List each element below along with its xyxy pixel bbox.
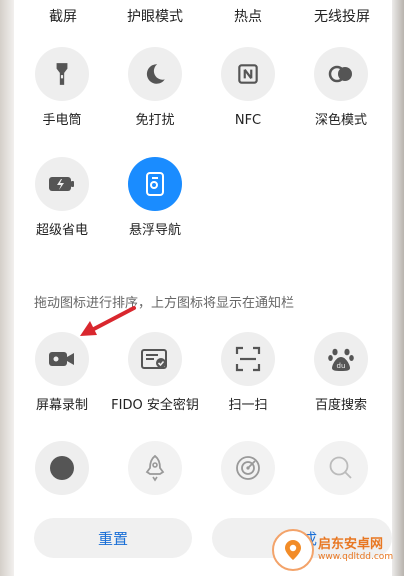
tile-label-hotspot[interactable]: 热点 <box>203 6 293 26</box>
left-edge-shadow <box>0 0 14 576</box>
search-icon <box>314 441 368 495</box>
watermark-name: 启东安卓网 <box>318 537 384 552</box>
tile-floating-nav[interactable]: 悬浮导航 <box>109 157 201 240</box>
tile-label: FIDO 安全密钥 <box>111 398 199 413</box>
nfc-icon <box>221 47 275 101</box>
tile-label-wireless-cast[interactable]: 无线投屏 <box>297 6 387 26</box>
fido-key-icon <box>128 332 182 386</box>
tile-rocket[interactable] <box>109 441 201 495</box>
baidu-search-icon: du <box>314 332 368 386</box>
tile-label-screenshot[interactable]: 截屏 <box>18 6 108 26</box>
record-dot-icon <box>35 441 89 495</box>
tile-nfc[interactable]: NFC <box>202 47 294 130</box>
radar-icon <box>221 441 275 495</box>
tile-label: 扫一扫 <box>228 398 268 413</box>
tile-label-eye-care[interactable]: 护眼模式 <box>110 6 200 26</box>
tile-screen-record[interactable]: 屏幕录制 <box>16 332 108 415</box>
battery-saver-icon <box>35 157 89 211</box>
right-edge-shadow <box>392 0 404 576</box>
flashlight-icon <box>35 47 89 101</box>
drag-hint-text: 拖动图标进行排序，上方图标将显示在通知栏 <box>34 296 295 311</box>
scan-icon <box>221 332 275 386</box>
tile-radar[interactable] <box>202 441 294 495</box>
dark-mode-icon <box>314 47 368 101</box>
tile-label: 百度搜索 <box>314 398 367 413</box>
reset-button[interactable]: 重置 <box>34 518 192 558</box>
watermark-url: www.qdltdd.com <box>318 552 394 562</box>
watermark-logo-icon <box>272 529 314 571</box>
tile-do-not-disturb[interactable]: 免打扰 <box>109 47 201 130</box>
tile-label: 深色模式 <box>314 113 367 128</box>
tile-label: 免打扰 <box>135 113 175 128</box>
tile-battery-saver[interactable]: 超级省电 <box>16 157 108 240</box>
screen-record-icon <box>35 332 89 386</box>
annotation-arrow <box>80 306 136 336</box>
rocket-icon <box>128 441 182 495</box>
tile-record-dot[interactable] <box>16 441 108 495</box>
tile-scan[interactable]: 扫一扫 <box>202 332 294 415</box>
tile-label: 手电筒 <box>42 113 82 128</box>
tile-search[interactable] <box>295 441 387 495</box>
tile-baidu-search[interactable]: du 百度搜索 <box>295 332 387 415</box>
svg-text:du: du <box>337 362 346 370</box>
tile-label: 屏幕录制 <box>35 398 88 413</box>
floating-nav-icon <box>128 157 182 211</box>
tile-label: 超级省电 <box>35 223 88 238</box>
tile-flashlight[interactable]: 手电筒 <box>16 47 108 130</box>
moon-icon <box>128 47 182 101</box>
tile-label: 悬浮导航 <box>128 223 181 238</box>
site-watermark: 启东安卓网 www.qdltdd.com <box>272 528 396 572</box>
tile-label: NFC <box>234 113 262 128</box>
tile-dark-mode[interactable]: 深色模式 <box>295 47 387 130</box>
tile-fido-key[interactable]: FIDO 安全密钥 <box>109 332 201 415</box>
